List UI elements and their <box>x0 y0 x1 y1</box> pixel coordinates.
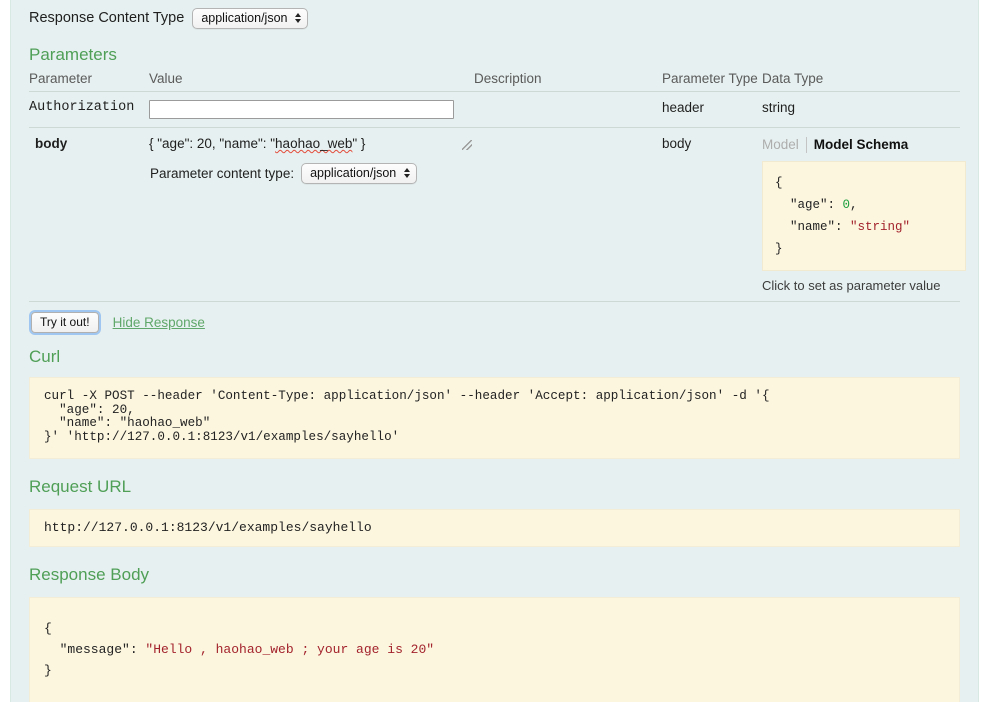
parameter-content-type-label: Parameter content type: <box>150 166 294 181</box>
parameters-table: Parameter Value Description Parameter Ty… <box>29 71 960 302</box>
select-stepper-arrows-icon <box>295 13 301 23</box>
schema-value-age: 0 <box>843 198 851 212</box>
body-textarea[interactable]: { "age": 20, "name": "haohao_web" } <box>149 136 474 151</box>
tab-model[interactable]: Model <box>762 137 806 153</box>
response-body-heading: Response Body <box>29 565 960 585</box>
schema-line-open: { <box>775 176 783 190</box>
schema-line-close: } <box>775 242 783 256</box>
hide-response-link[interactable]: Hide Response <box>113 315 205 330</box>
request-url-heading: Request URL <box>29 477 960 497</box>
table-row: body { "age": 20, "name": "haohao_web" }… <box>29 128 960 302</box>
curl-heading: Curl <box>29 347 960 367</box>
column-header-parameter-type: Parameter Type <box>662 71 762 92</box>
response-line-close: } <box>44 663 52 678</box>
response-content-type-selected-value: application/json <box>201 10 287 26</box>
response-content-type-label: Response Content Type <box>29 10 184 26</box>
parameter-data-type-authorization: string <box>762 92 960 128</box>
parameter-value-cell-authorization <box>149 92 474 128</box>
model-tabs: Model Model Schema <box>762 137 960 153</box>
parameter-description-authorization <box>474 92 662 128</box>
resize-grip-icon[interactable] <box>462 140 472 150</box>
parameter-content-type-selected-value: application/json <box>310 165 396 181</box>
schema-key-name: "name": <box>775 220 850 234</box>
column-header-description: Description <box>474 71 662 92</box>
column-header-parameter: Parameter <box>29 71 149 92</box>
swagger-operation-screen: Response Content Type application/json P… <box>0 0 1000 702</box>
try-it-out-button[interactable]: Try it out! <box>31 312 99 333</box>
response-value-message: "Hello , haohao_web ; your age is 20" <box>145 642 434 657</box>
parameter-type-body: body <box>662 128 762 302</box>
operation-panel: Response Content Type application/json P… <box>10 0 979 702</box>
parameter-content-type-select[interactable]: application/json <box>301 163 417 184</box>
parameters-heading: Parameters <box>29 31 960 65</box>
model-schema-box[interactable]: { "age": 0, "name": "string" } <box>762 161 966 271</box>
spellcheck-word: haohao_web <box>275 136 352 151</box>
response-line-open: { <box>44 621 52 636</box>
select-stepper-arrows-icon <box>404 168 410 178</box>
authorization-input[interactable] <box>149 100 454 119</box>
parameter-data-type-body: Model Model Schema { "age": 0, "name": "… <box>762 128 960 302</box>
parameter-name-authorization: Authorization <box>29 92 149 128</box>
schema-comma: , <box>850 198 858 212</box>
parameter-value-cell-body: { "age": 20, "name": "haohao_web" } Para… <box>149 128 474 302</box>
column-header-data-type: Data Type <box>762 71 960 92</box>
response-content-type-row: Response Content Type application/json <box>29 0 960 31</box>
response-body-block: { "message": "Hello , haohao_web ; your … <box>29 597 960 702</box>
request-url-block: http://127.0.0.1:8123/v1/examples/sayhel… <box>29 509 960 547</box>
response-key-message: "message": <box>44 642 145 657</box>
column-header-value: Value <box>149 71 474 92</box>
parameters-table-header-row: Parameter Value Description Parameter Ty… <box>29 71 960 92</box>
actions-row: Try it out! Hide Response <box>31 312 960 333</box>
click-to-set-hint: Click to set as parameter value <box>762 278 960 293</box>
response-content-type-select[interactable]: application/json <box>192 8 308 29</box>
curl-code-block: curl -X POST --header 'Content-Type: app… <box>29 377 960 459</box>
tab-model-schema[interactable]: Model Schema <box>806 137 909 153</box>
parameter-type-authorization: header <box>662 92 762 128</box>
parameter-content-type-row: Parameter content type: application/json <box>150 163 474 184</box>
parameter-name-body: body <box>29 128 149 302</box>
schema-key-age: "age": <box>775 198 843 212</box>
parameter-description-body <box>474 128 662 302</box>
schema-value-name: "string" <box>850 220 910 234</box>
table-row: Authorization header string <box>29 92 960 128</box>
